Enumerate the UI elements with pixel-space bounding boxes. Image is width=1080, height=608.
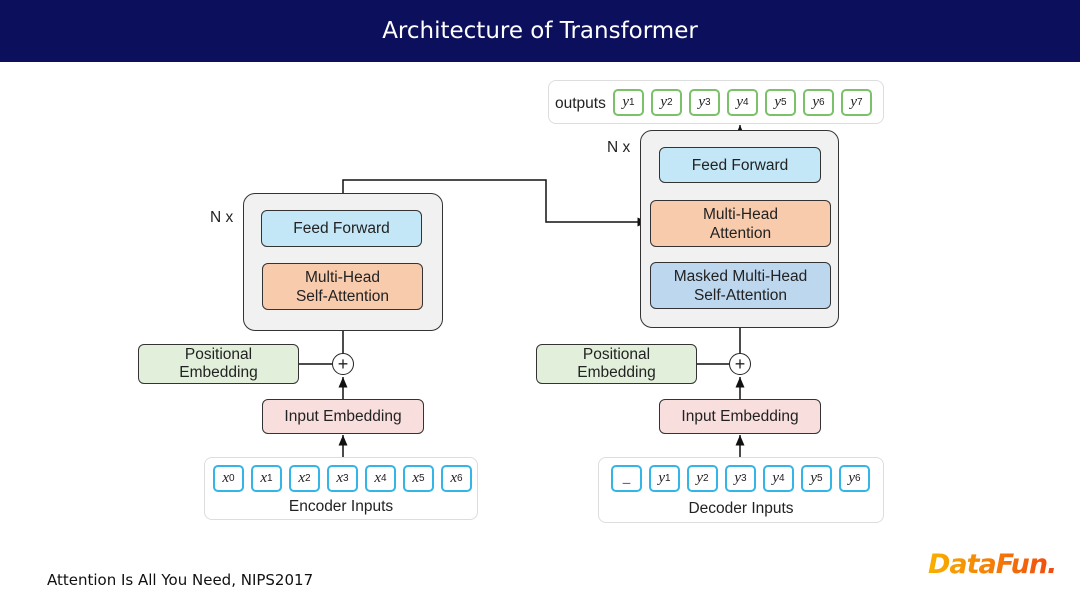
encoder-positional-embedding: Positional Embedding <box>138 344 299 384</box>
datafun-logo: DataFun. <box>928 549 1057 580</box>
output-token: y2 <box>651 89 682 116</box>
encoder-feed-forward-label: Feed Forward <box>293 220 390 237</box>
encoder-input-token: x6 <box>441 465 472 492</box>
encoder-inputs-label: Encoder Inputs <box>288 498 394 515</box>
decoder-positional-embedding: Positional Embedding <box>536 344 697 384</box>
decoder-input-token: y4 <box>763 465 794 492</box>
encoder-attention-line1: Multi-Head <box>305 268 380 286</box>
decoder-masked-attention: Masked Multi-Head Self-Attention <box>650 262 831 309</box>
decoder-input-token: y6 <box>839 465 870 492</box>
decoder-ma-line2: Self-Attention <box>693 286 788 304</box>
decoder-ca-line2: Attention <box>709 224 772 242</box>
decoder-feed-forward: Feed Forward <box>659 147 821 183</box>
decoder-pe-line1: Positional <box>582 346 651 363</box>
decoder-ff-label: Feed Forward <box>691 156 789 174</box>
connector-lines <box>298 125 745 457</box>
decoder-ca-line1: Multi-Head <box>703 205 778 223</box>
encoder-input-embedding: Input Embedding <box>262 399 424 434</box>
decoder-input-token: y5 <box>801 465 832 492</box>
decoder-inputs-label: Decoder Inputs <box>688 500 794 517</box>
encoder-input-token: x5 <box>403 465 434 492</box>
encoder-pe-line1: Positional <box>184 346 253 363</box>
output-token: y1 <box>613 89 644 116</box>
output-token: y3 <box>689 89 720 116</box>
encoder-input-token: x0 <box>213 465 244 492</box>
encoder-input-token: x2 <box>289 465 320 492</box>
decoder-repeat-label: N x <box>607 139 631 156</box>
encoder-input-token: x4 <box>365 465 396 492</box>
decoder-pe-line2: Embedding <box>577 364 656 381</box>
decoder-input-token: _ <box>611 465 642 492</box>
encoder-ie-label: Input Embedding <box>284 408 402 425</box>
decoder-input-token: y2 <box>687 465 718 492</box>
outputs-label: outputs <box>555 95 606 112</box>
output-token: y4 <box>727 89 758 116</box>
decoder-add-icon: + <box>729 353 751 375</box>
output-token: y5 <box>765 89 796 116</box>
encoder-input-token: x3 <box>327 465 358 492</box>
decoder-ie-label: Input Embedding <box>681 408 799 425</box>
decoder-input-token: y3 <box>725 465 756 492</box>
encoder-input-token: x1 <box>251 465 282 492</box>
decoder-input-token: y1 <box>649 465 680 492</box>
citation: Attention Is All You Need, NIPS2017 <box>47 571 314 589</box>
encoder-self-attention: Multi-Head Self-Attention <box>262 263 423 310</box>
encoder-repeat-label: N x <box>210 209 234 226</box>
decoder-cross-attention: Multi-Head Attention <box>650 200 831 247</box>
encoder-pe-line2: Embedding <box>179 364 258 381</box>
encoder-attention-line2: Self-Attention <box>295 287 390 305</box>
encoder-add-icon: + <box>332 353 354 375</box>
output-token: y6 <box>803 89 834 116</box>
output-token: y7 <box>841 89 872 116</box>
decoder-ma-line1: Masked Multi-Head <box>673 267 808 285</box>
encoder-feed-forward: Feed Forward <box>261 210 422 247</box>
decoder-input-embedding: Input Embedding <box>659 399 821 434</box>
